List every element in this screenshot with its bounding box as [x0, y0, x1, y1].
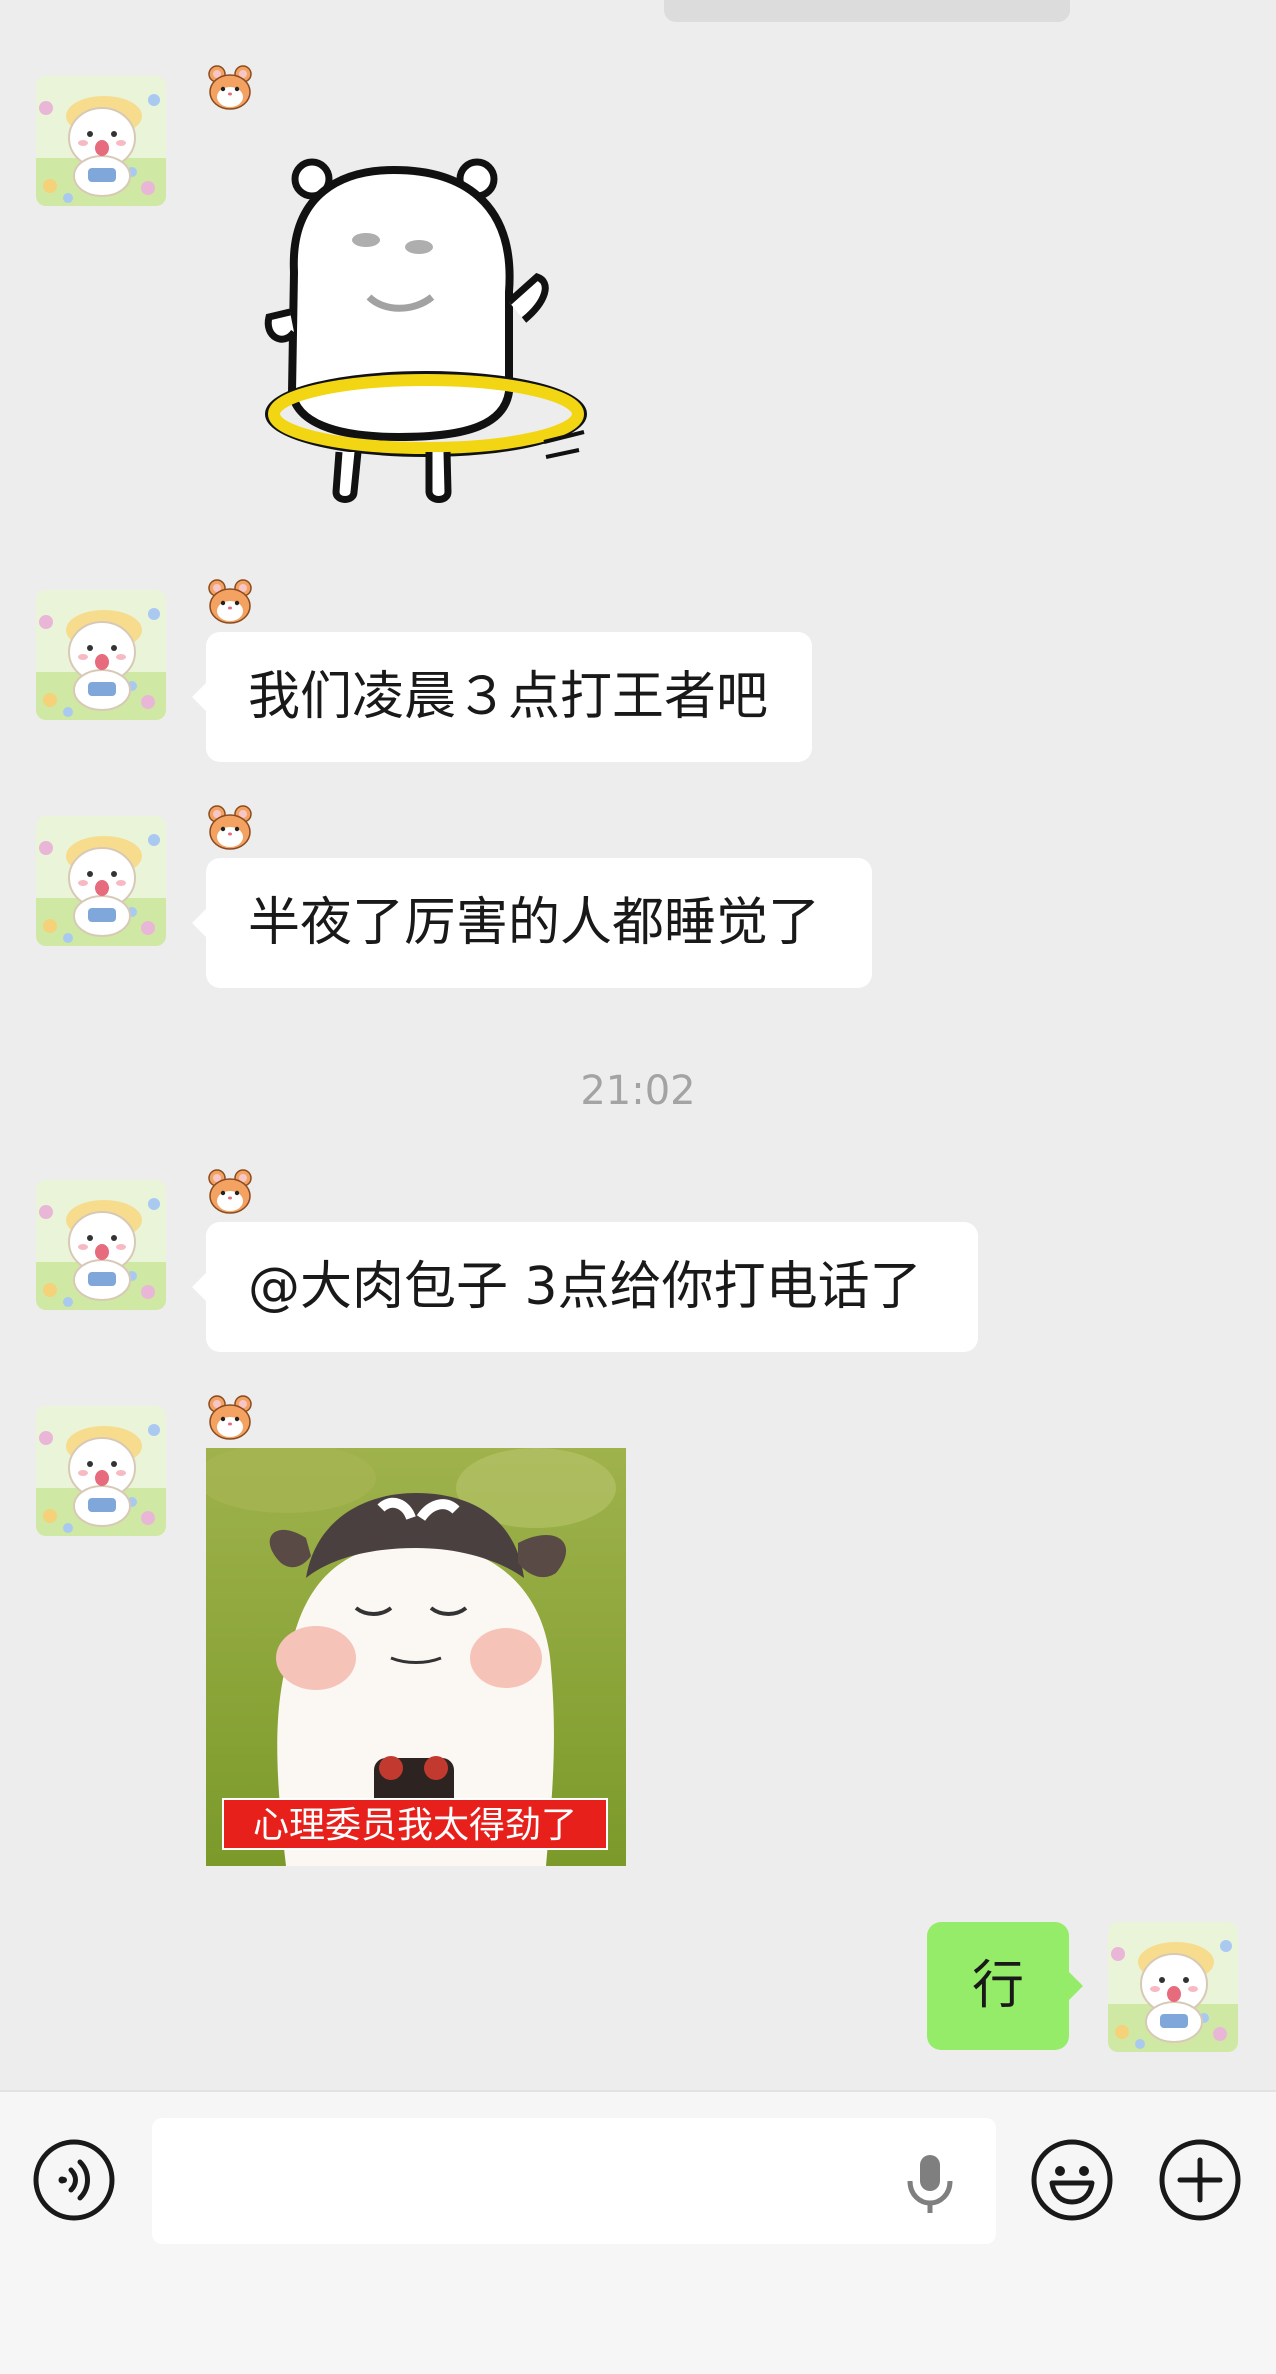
message-text: 半夜了厉害的人都睡觉了	[248, 893, 821, 953]
contact-avatar[interactable]	[36, 76, 166, 206]
bubble-tail	[192, 908, 207, 938]
smiley-icon[interactable]	[1030, 2138, 1114, 2222]
contact-avatar[interactable]	[36, 816, 166, 946]
bubble-tail	[1068, 1971, 1083, 2001]
received-message-bubble[interactable]: @大肉包子 3点给你打电话了	[192, 1222, 978, 1352]
contact-avatar[interactable]	[36, 1406, 166, 1536]
hamster-icon	[205, 802, 255, 852]
contact-avatar[interactable]	[36, 590, 166, 720]
hamster-icon	[205, 1392, 255, 1442]
hamster-icon	[205, 576, 255, 626]
message-input-bar	[0, 2090, 1276, 2374]
voice-wave-icon[interactable]	[32, 2138, 116, 2222]
message-text: 行	[971, 1956, 1024, 2016]
message-timestamp: 21:02	[580, 1068, 696, 1114]
my-avatar[interactable]	[1108, 1922, 1238, 2052]
cow-meme-sticker[interactable]: 心理委员我太得劲了	[206, 1448, 626, 1866]
message-text: @大肉包子 3点给你打电话了	[248, 1257, 922, 1317]
chat-message-list[interactable]: 我们凌晨３点打王者吧 半夜了厉害的人都睡觉了 21:02 @大肉包子 3点给你打…	[0, 0, 1276, 2090]
contact-avatar[interactable]	[36, 1180, 166, 1310]
sent-message-bubble[interactable]: 行	[927, 1922, 1083, 2050]
sticker-caption: 心理委员我太得劲了	[222, 1798, 608, 1850]
bubble-tail	[192, 682, 207, 712]
received-message-bubble[interactable]: 我们凌晨３点打王者吧	[192, 632, 812, 762]
plus-icon[interactable]	[1158, 2138, 1242, 2222]
message-input[interactable]	[172, 2118, 896, 2246]
hamster-icon	[205, 1166, 255, 1216]
hamster-icon	[205, 62, 255, 112]
received-message-bubble[interactable]: 半夜了厉害的人都睡觉了	[192, 858, 872, 988]
previous-message-bubble[interactable]	[664, 0, 1070, 22]
bubble-tail	[192, 1272, 207, 1302]
bear-hula-hoop-sticker[interactable]	[254, 152, 594, 512]
message-text: 我们凌晨３点打王者吧	[248, 667, 769, 727]
microphone-icon[interactable]	[900, 2151, 960, 2215]
message-input-box[interactable]	[152, 2118, 996, 2246]
